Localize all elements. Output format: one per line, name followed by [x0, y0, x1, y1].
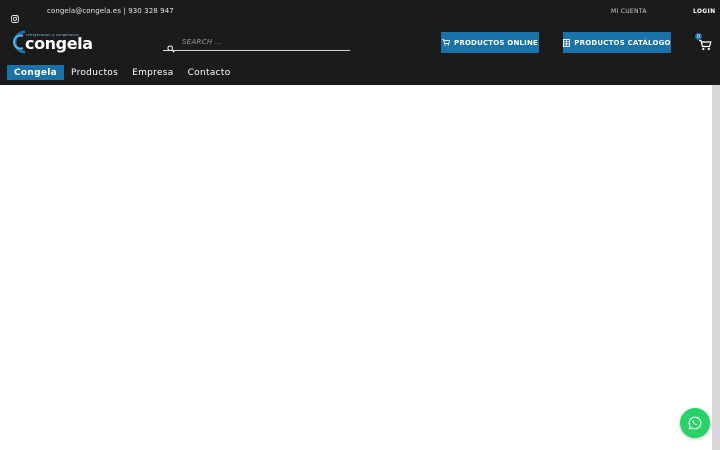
cart-icon	[442, 39, 450, 46]
login-link[interactable]: LOGIN	[693, 8, 715, 15]
site-header: congela@congela.es | 930 328 947 MI CUEN…	[0, 0, 720, 85]
productos-catalogo-label: PRODUCTOS CATÁLOGO	[574, 38, 671, 47]
nav-item-empresa[interactable]: Empresa	[125, 65, 181, 80]
main-nav: Congela Productos Empresa Contacto	[7, 65, 238, 80]
top-bar: congela@congela.es | 930 328 947 MI CUEN…	[0, 0, 720, 25]
nav-item-congela[interactable]: Congela	[7, 65, 64, 80]
productos-catalogo-button[interactable]: PRODUCTOS CATÁLOGO	[563, 32, 671, 53]
catalog-icon	[563, 38, 571, 47]
nav-item-contacto[interactable]: Contacto	[181, 65, 238, 80]
cart-count-badge: 0	[695, 33, 702, 40]
search-input[interactable]	[182, 35, 342, 49]
my-account-link[interactable]: MI CUENTA	[611, 8, 647, 15]
nav-item-productos[interactable]: Productos	[64, 65, 125, 80]
productos-online-button[interactable]: PRODUCTOS ONLINE	[441, 32, 539, 53]
productos-online-label: PRODUCTOS ONLINE	[453, 38, 539, 47]
logo-wordmark: congela	[25, 34, 93, 53]
instagram-icon[interactable]	[11, 8, 19, 23]
contact-info[interactable]: congela@congela.es | 930 328 947	[47, 7, 174, 15]
page-scrollbar[interactable]	[712, 85, 720, 450]
whatsapp-button[interactable]	[680, 408, 710, 438]
search-bar	[163, 34, 350, 53]
whatsapp-icon	[688, 416, 702, 430]
search-icon[interactable]	[167, 38, 175, 53]
